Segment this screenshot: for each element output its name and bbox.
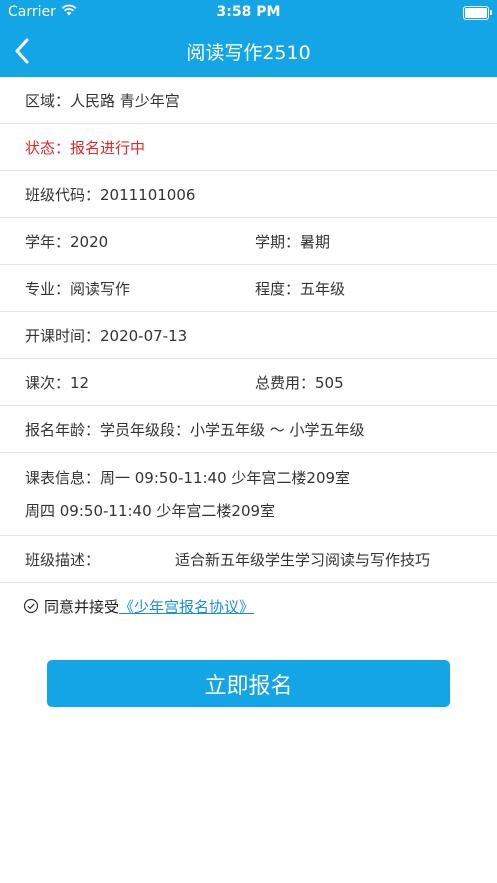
age-row: 报名年龄：学员年级段：小学五年级 ～ 小学五年级 [0, 406, 497, 453]
sessions-text: 课次：12 [25, 373, 90, 392]
class-code-text: 班级代码：2011101006 [25, 185, 196, 204]
year-text: 学年：2020 [25, 232, 109, 251]
class-code-row: 班级代码：2011101006 [0, 171, 497, 218]
register-button[interactable]: 立即报名 [47, 660, 450, 707]
term-text: 学期：暑期 [255, 232, 331, 251]
status-time: 3:58 PM [216, 4, 281, 20]
level-text: 程度：五年级 [255, 279, 346, 298]
battery-icon [463, 6, 492, 20]
status-text: 状态：报名进行中 [25, 138, 146, 157]
agreement-link[interactable]: 《少年宫报名协议》 [119, 596, 254, 617]
region-row: 区域：人民路 青少年宫 [0, 77, 497, 124]
sessions-fee-row: 课次：12 总费用：505 [0, 359, 497, 406]
schedule-row: 课表信息：周一 09:50-11:40 少年宫二楼209室 周四 09:50-1… [0, 453, 497, 536]
page-title: 阅读写作2510 [186, 42, 311, 64]
nav-bar: 阅读写作2510 [0, 26, 497, 77]
description-label: 班级描述： [25, 550, 101, 569]
start-date-row: 开课时间：2020-07-13 [0, 312, 497, 359]
status-row: 状态：报名进行中 [0, 124, 497, 171]
age-text: 报名年龄：学员年级段：小学五年级 ～ 小学五年级 [25, 420, 365, 439]
status-bar: Carrier 3:58 PM [0, 0, 497, 26]
region-text: 区域：人民路 青少年宫 [25, 91, 180, 110]
chevron-left-icon [15, 38, 29, 64]
schedule-line-1: 课表信息：周一 09:50-11:40 少年宫二楼209室 [25, 469, 351, 487]
year-term-row: 学年：2020 学期：暑期 [0, 218, 497, 265]
description-row: 班级描述： 适合新五年级学生学习阅读与写作技巧 [0, 536, 497, 583]
agreement-row: 同意并接受 《少年宫报名协议》 [0, 583, 497, 629]
description-value: 适合新五年级学生学习阅读与写作技巧 [175, 550, 431, 569]
back-button[interactable] [8, 36, 36, 66]
schedule-line-2: 周四 09:50-11:40 少年宫二楼209室 [25, 502, 276, 520]
check-circle-icon[interactable] [23, 598, 39, 614]
header: Carrier 3:58 PM 阅读写作2510 [0, 0, 497, 77]
start-date-text: 开课时间：2020-07-13 [25, 326, 188, 345]
total-fee-text: 总费用：505 [255, 373, 344, 392]
major-text: 专业：阅读写作 [25, 279, 131, 298]
major-level-row: 专业：阅读写作 程度：五年级 [0, 265, 497, 312]
details-list: 区域：人民路 青少年宫 状态：报名进行中 班级代码：2011101006 学年：… [0, 77, 497, 583]
agreement-text: 同意并接受 [44, 597, 120, 616]
